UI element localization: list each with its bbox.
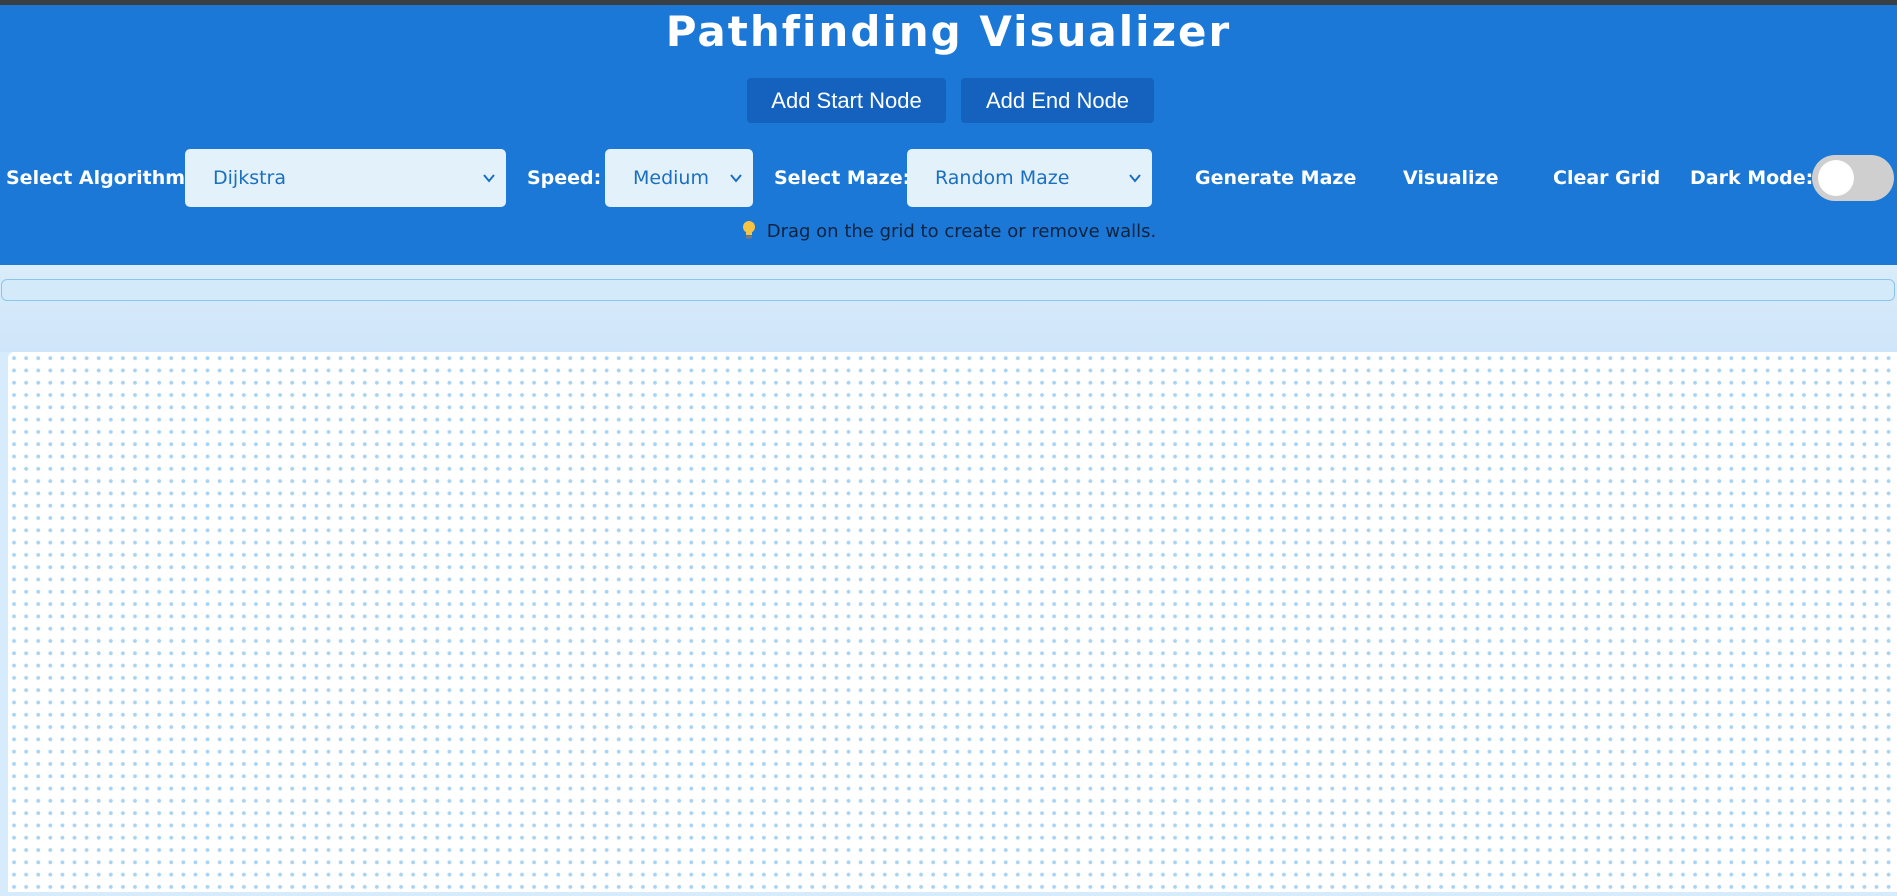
chevron-down-icon bbox=[1129, 174, 1141, 183]
lightbulb-icon bbox=[742, 221, 755, 239]
add-start-node-button[interactable]: Add Start Node bbox=[747, 78, 946, 123]
chevron-down-icon bbox=[730, 174, 742, 183]
toggle-knob bbox=[1818, 160, 1854, 196]
dark-mode-label: Dark Mode: bbox=[1690, 167, 1814, 189]
maze-select[interactable]: Random Maze bbox=[907, 149, 1152, 207]
generate-maze-button[interactable]: Generate Maze bbox=[1195, 149, 1356, 207]
dark-mode-toggle[interactable] bbox=[1812, 155, 1894, 201]
visualize-button[interactable]: Visualize bbox=[1403, 149, 1499, 207]
hint-text-row: Drag on the grid to create or remove wal… bbox=[0, 217, 1897, 247]
algorithm-label: Select Algorithm: bbox=[6, 167, 193, 189]
maze-label: Select Maze: bbox=[774, 167, 911, 189]
algorithm-select[interactable]: Dijkstra bbox=[185, 149, 506, 207]
algorithm-select-value: Dijkstra bbox=[213, 167, 286, 189]
speed-select-value: Medium bbox=[633, 167, 709, 189]
speed-select[interactable]: Medium bbox=[605, 149, 753, 207]
page-title: Pathfinding Visualizer bbox=[665, 7, 1232, 56]
hint-text: Drag on the grid to create or remove wal… bbox=[766, 221, 1157, 242]
chevron-down-icon bbox=[483, 174, 495, 183]
progress-bar bbox=[1, 279, 1895, 301]
maze-select-value: Random Maze bbox=[935, 167, 1070, 189]
app-header: Pathfinding Visualizer Add Start Node Ad… bbox=[0, 5, 1897, 265]
clear-grid-button[interactable]: Clear Grid bbox=[1553, 149, 1660, 207]
pathfinding-grid[interactable] bbox=[8, 352, 1897, 892]
add-end-node-button[interactable]: Add End Node bbox=[961, 78, 1154, 123]
speed-label: Speed: bbox=[527, 167, 602, 189]
